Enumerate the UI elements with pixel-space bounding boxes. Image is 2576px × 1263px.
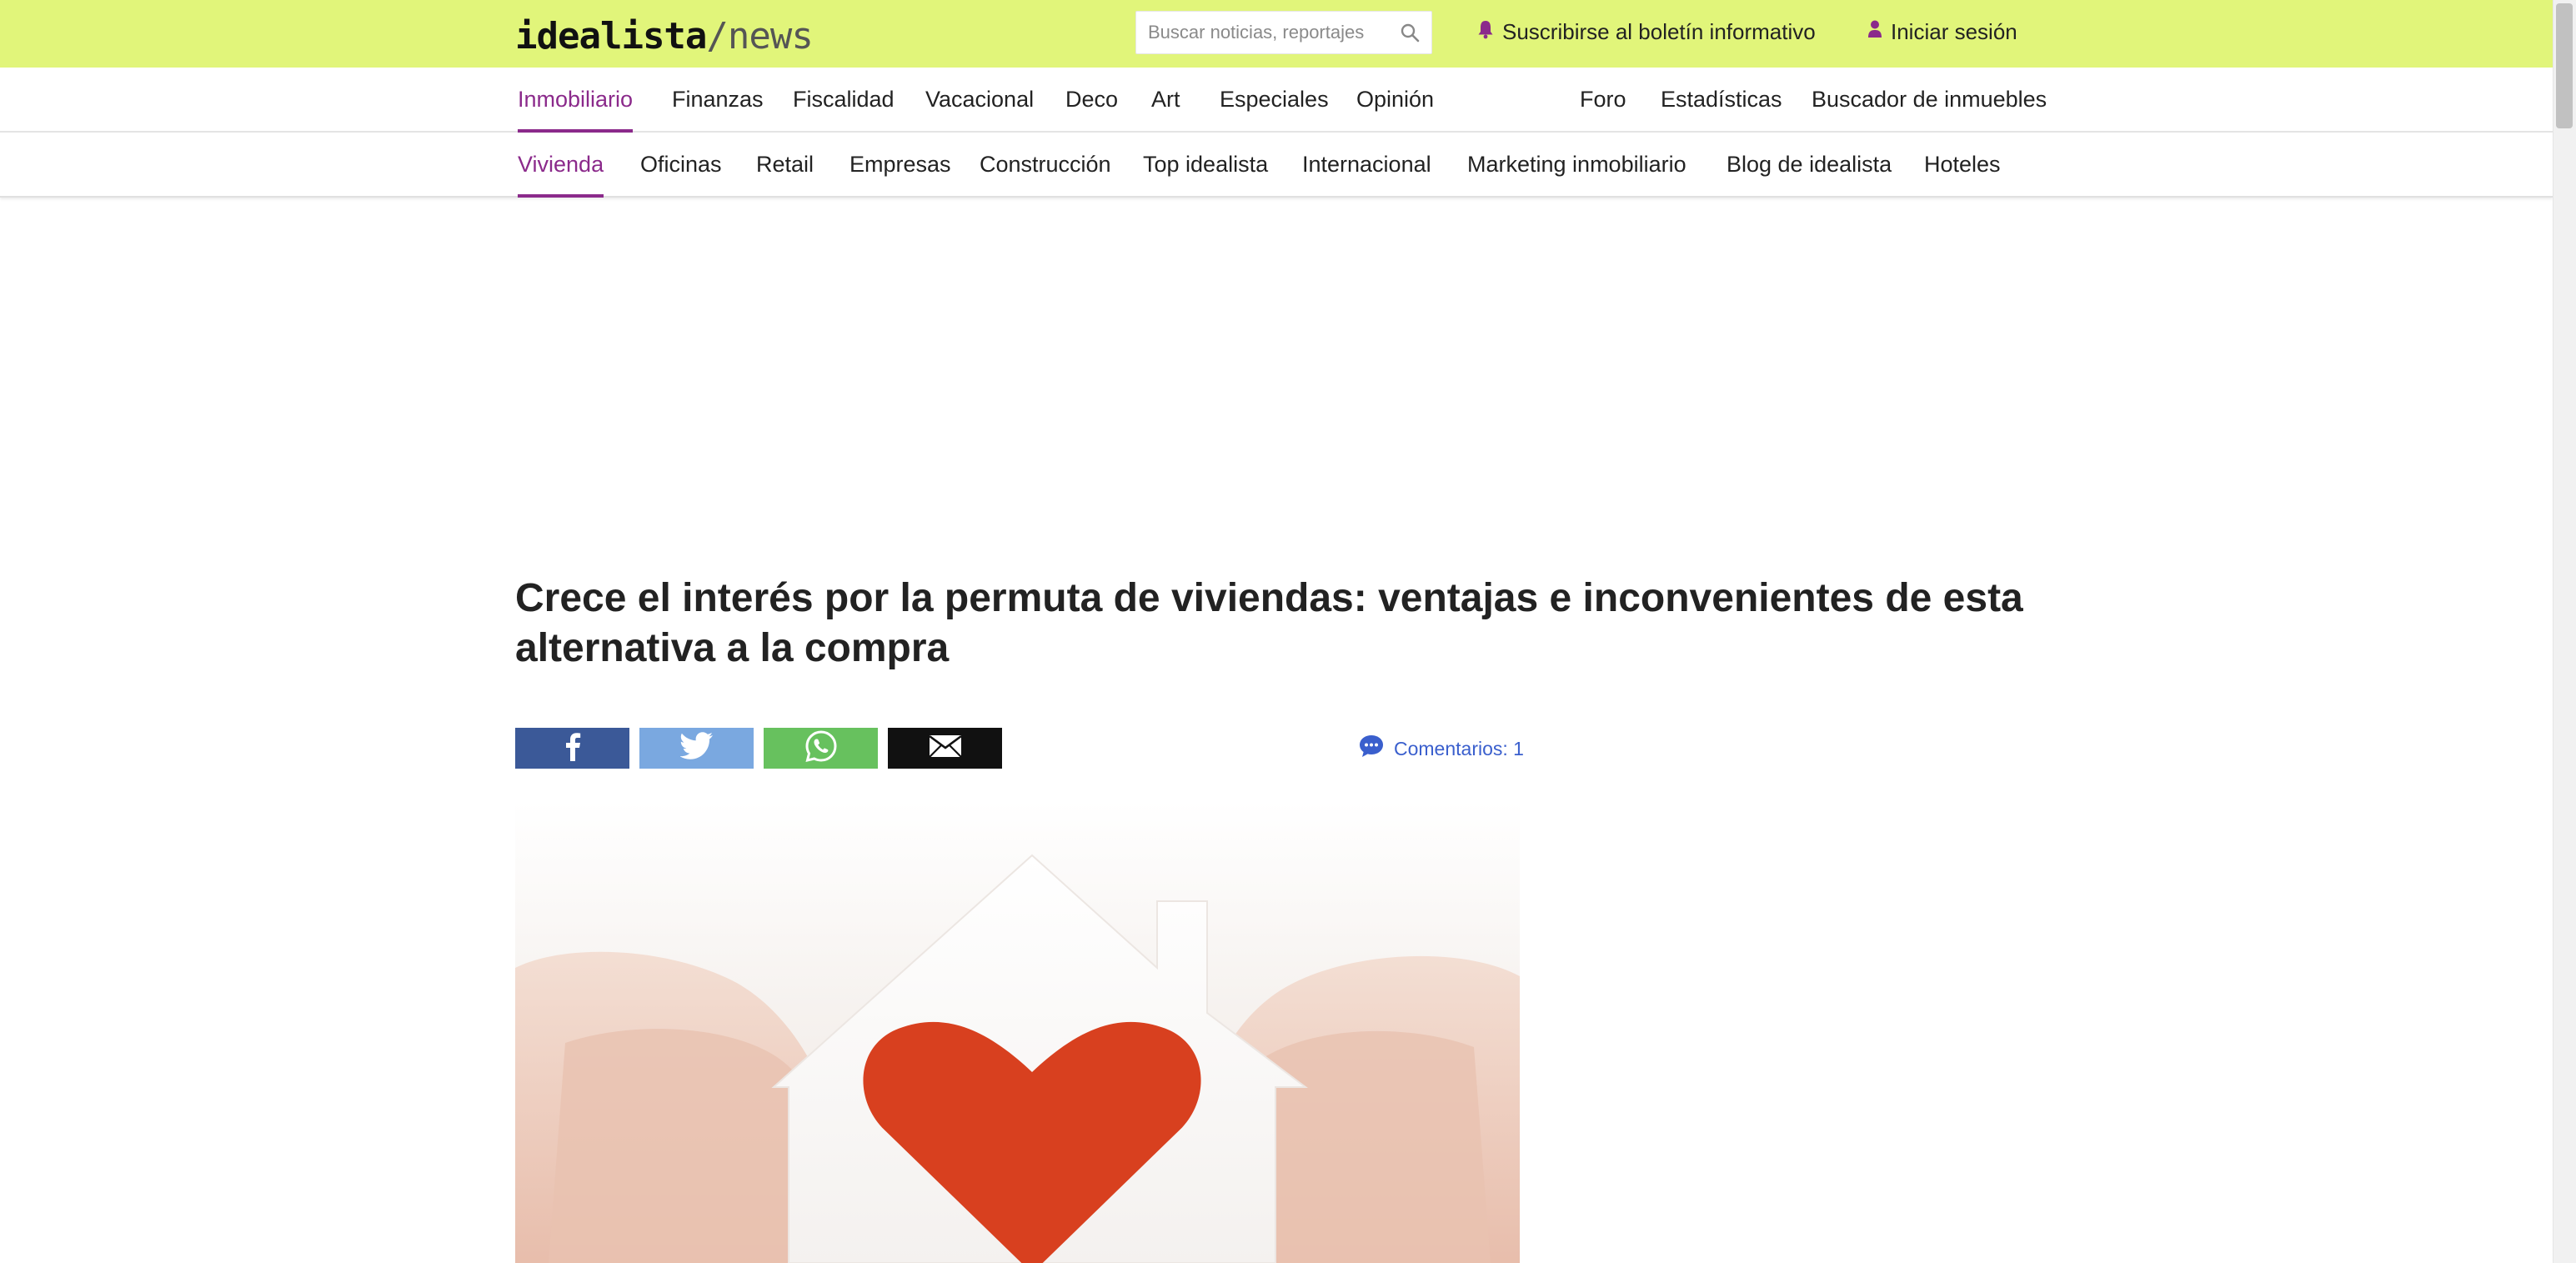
login-link[interactable]: Iniciar sesión (1867, 17, 2017, 47)
comments-count: Comentarios: 1 (1394, 737, 1524, 759)
comments-link[interactable]: Comentarios: 1 (1359, 734, 1524, 764)
nav-item-opinion[interactable]: Opinión (1356, 68, 1434, 133)
nav-item-fiscalidad[interactable]: Fiscalidad (793, 68, 895, 133)
chat-bubble-icon (1359, 734, 1394, 763)
subnav-item-internacional[interactable]: Internacional (1302, 133, 1431, 198)
nav-item-finanzas[interactable]: Finanzas (672, 68, 764, 133)
subnav-item-hoteles[interactable]: Hoteles (1924, 133, 2001, 198)
newsletter-label: Suscribirse al boletín informativo (1502, 18, 1816, 44)
share-twitter-button[interactable] (639, 728, 754, 769)
secondary-nav: Vivienda Oficinas Retail Empresas Constr… (0, 133, 2553, 198)
house-heart-illustration (515, 854, 1520, 1263)
nav-item-art[interactable]: Art (1151, 68, 1180, 133)
nav-item-especiales[interactable]: Especiales (1220, 68, 1329, 133)
facebook-icon (564, 731, 582, 765)
subnav-item-retail[interactable]: Retail (756, 133, 814, 198)
nav-item-estadisticas[interactable]: Estadísticas (1661, 68, 1782, 133)
nav-item-inmobiliario[interactable]: Inmobiliario (518, 68, 634, 133)
top-bar: idealista/news Suscribirse al boletín in… (0, 0, 2553, 68)
login-label: Iniciar sesión (1891, 18, 2017, 44)
nav-item-vacacional[interactable]: Vacacional (925, 68, 1034, 133)
subnav-item-top-idealista[interactable]: Top idealista (1143, 133, 1268, 198)
subnav-item-blog-idealista[interactable]: Blog de idealista (1727, 133, 1892, 198)
subnav-item-marketing-inmobiliario[interactable]: Marketing inmobiliario (1467, 133, 1686, 198)
search-input[interactable] (1136, 12, 1386, 53)
primary-nav: Inmobiliario Finanzas Fiscalidad Vacacio… (0, 68, 2553, 133)
share-whatsapp-button[interactable] (764, 728, 878, 769)
search-box (1135, 11, 1432, 54)
page-scrollbar[interactable] (2553, 0, 2576, 1263)
logo-main-text: idealista (515, 15, 707, 58)
subnav-item-vivienda[interactable]: Vivienda (518, 133, 604, 198)
email-icon (928, 734, 963, 763)
subnav-item-oficinas[interactable]: Oficinas (640, 133, 722, 198)
newsletter-subscribe-link[interactable]: Suscribirse al boletín informativo (1477, 17, 1816, 47)
user-icon (1867, 19, 1891, 45)
nav-item-foro[interactable]: Foro (1580, 68, 1626, 133)
site-logo[interactable]: idealista/news (515, 15, 814, 58)
whatsapp-icon (804, 729, 838, 767)
nav-item-buscador-inmuebles[interactable]: Buscador de inmuebles (1812, 68, 2047, 133)
scrollbar-thumb[interactable] (2556, 3, 2573, 128)
share-email-button[interactable] (888, 728, 1002, 769)
article-image (515, 801, 1520, 1263)
subnav-item-empresas[interactable]: Empresas (849, 133, 951, 198)
search-icon[interactable] (1400, 23, 1420, 43)
article-title: Crece el interés por la permuta de vivie… (515, 576, 2023, 670)
twitter-icon (679, 732, 714, 764)
share-facebook-button[interactable] (515, 728, 629, 769)
nav-item-deco[interactable]: Deco (1065, 68, 1118, 133)
logo-sub-text: /news (706, 15, 813, 58)
subnav-item-construccion[interactable]: Construcción (980, 133, 1111, 198)
bell-icon (1477, 19, 1502, 45)
